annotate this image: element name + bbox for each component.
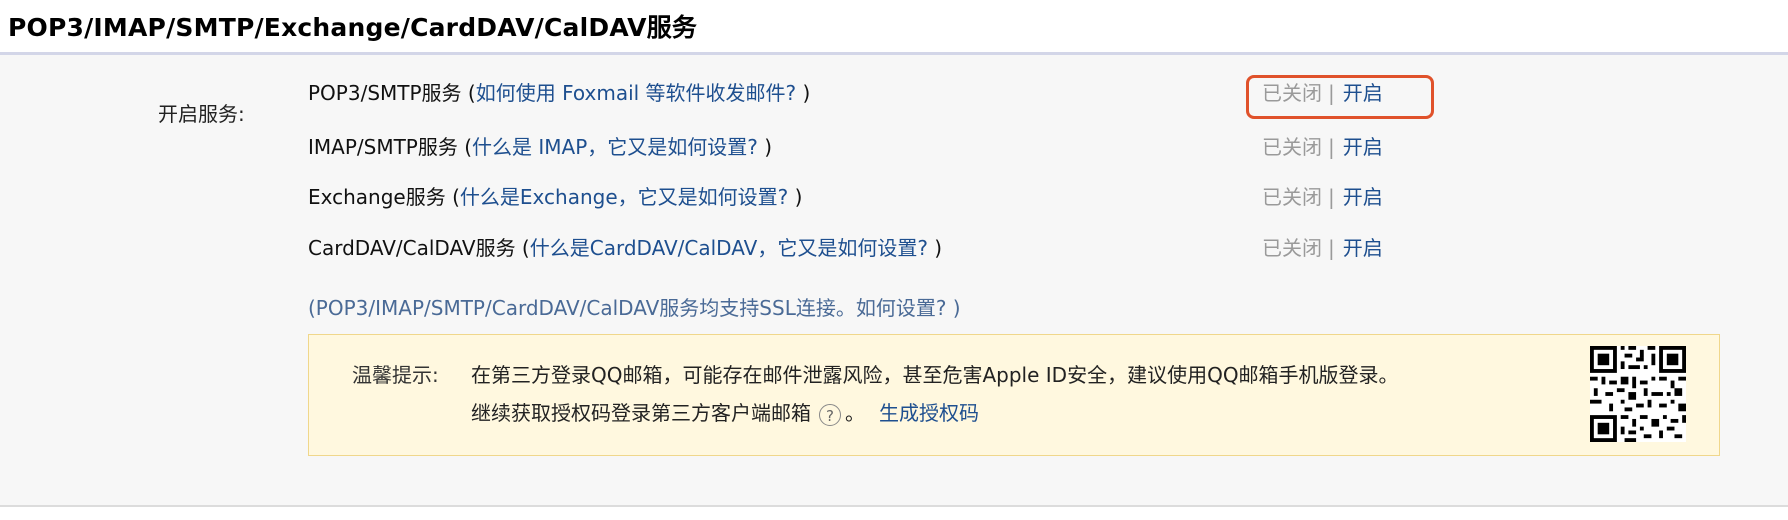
status-exchange: 已关闭 | 开启	[1262, 181, 1383, 211]
status-off-label: 已关闭	[1262, 236, 1322, 260]
service-row-exchange: Exchange服务 (什么是Exchange，它又是如何设置? )	[308, 185, 803, 209]
help-icon[interactable]: ?	[819, 403, 841, 426]
help-link-carddav[interactable]: 什么是CardDAV/CalDAV，它又是如何设置?	[530, 236, 928, 260]
help-link-imap[interactable]: 什么是 IMAP，它又是如何设置?	[472, 135, 758, 159]
bottom-strip	[0, 507, 1788, 520]
enable-imap-button[interactable]: 开启	[1343, 135, 1383, 159]
highlight-box	[1246, 75, 1434, 119]
tip-label: 温馨提示:	[352, 363, 439, 387]
separator: |	[1328, 236, 1335, 260]
service-name: CardDAV/CalDAV服务	[308, 236, 516, 260]
status-imap: 已关闭 | 开启	[1262, 131, 1383, 161]
service-row-pop3: POP3/SMTP服务 (如何使用 Foxmail 等软件收发邮件? )	[308, 81, 811, 105]
service-row-carddav: CardDAV/CalDAV服务 (什么是CardDAV/CalDAV，它又是如…	[308, 236, 943, 260]
status-carddav: 已关闭 | 开启	[1262, 232, 1383, 262]
tip-box: 温馨提示: 在第三方登录QQ邮箱，可能存在邮件泄露风险，甚至危害Apple ID…	[308, 334, 1720, 456]
separator: |	[1328, 185, 1335, 209]
services-label: 开启服务:	[158, 102, 245, 126]
status-off-label: 已关闭	[1262, 185, 1322, 209]
tip-line-2: 继续获取授权码登录第三方客户端邮箱?。生成授权码	[471, 401, 979, 426]
service-row-imap: IMAP/SMTP服务 (什么是 IMAP，它又是如何设置? )	[308, 135, 773, 159]
help-link-pop3[interactable]: 如何使用 Foxmail 等软件收发邮件?	[476, 81, 796, 105]
page-title: POP3/IMAP/SMTP/Exchange/CardDAV/CalDAV服务	[8, 13, 698, 42]
tip-text: 在第三方登录QQ邮箱，可能存在邮件泄露风险，甚至危害Apple ID安全，建议使…	[471, 363, 1399, 387]
separator: |	[1328, 135, 1335, 159]
enable-carddav-button[interactable]: 开启	[1343, 236, 1383, 260]
qr-code-icon	[1590, 346, 1686, 442]
service-name: IMAP/SMTP服务	[308, 135, 458, 159]
ssl-note-link[interactable]: (POP3/IMAP/SMTP/CardDAV/CalDAV服务均支持SSL连接…	[308, 292, 961, 321]
tip-text-2: 继续获取授权码登录第三方客户端邮箱	[471, 401, 811, 425]
section-header: POP3/IMAP/SMTP/Exchange/CardDAV/CalDAV服务	[0, 0, 1788, 55]
enable-exchange-button[interactable]: 开启	[1343, 185, 1383, 209]
service-name: Exchange服务	[308, 185, 446, 209]
service-name: POP3/SMTP服务	[308, 81, 462, 105]
status-off-label: 已关闭	[1262, 135, 1322, 159]
help-link-exchange[interactable]: 什么是Exchange，它又是如何设置?	[460, 185, 788, 209]
generate-code-link[interactable]: 生成授权码	[879, 401, 979, 425]
